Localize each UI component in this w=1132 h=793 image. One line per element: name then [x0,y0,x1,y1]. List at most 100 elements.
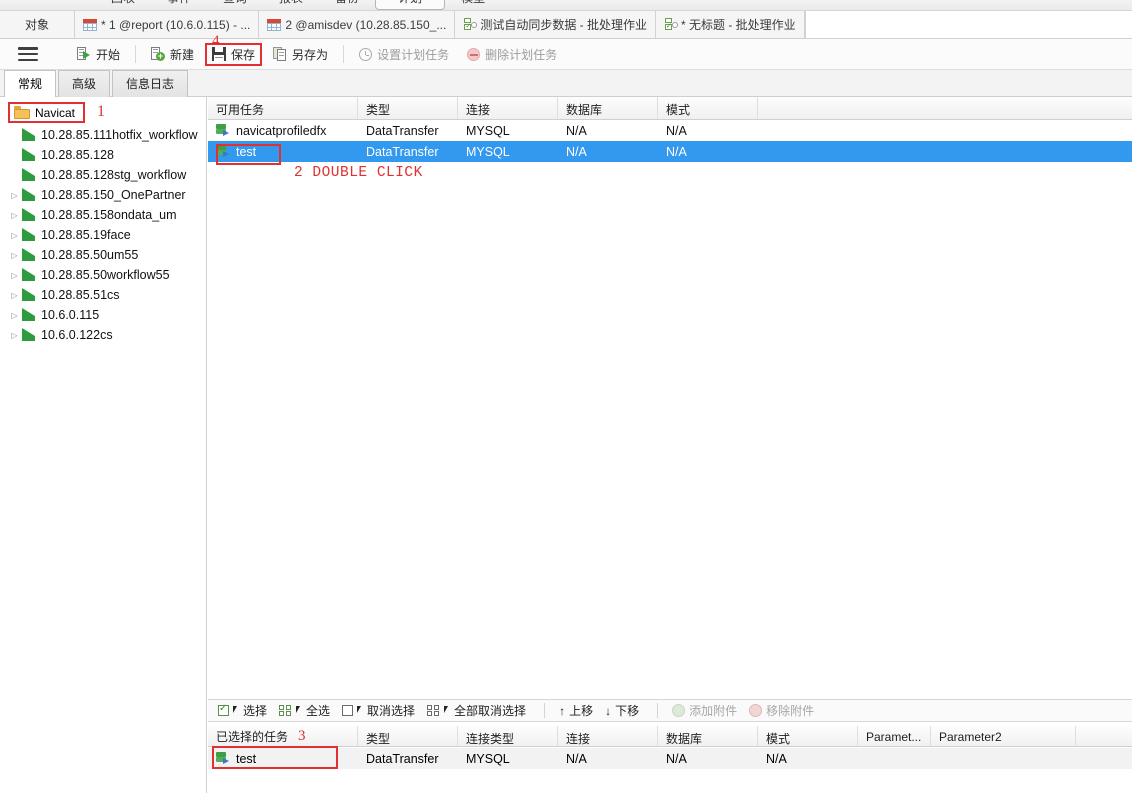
hamburger-icon[interactable] [18,47,38,61]
tree-item-3[interactable]: ▷ 10.28.85.150_OnePartner [0,185,206,205]
menu-item-1[interactable]: 事件 [151,0,207,9]
available-tasks-body: navicatprofiledfx DataTransfer MYSQL N/A N/A… [208,120,1132,162]
tree-root-navicat[interactable]: Navicat [8,102,86,123]
toolbar-button-0[interactable]: 开始 [68,43,129,66]
inner-tab-2[interactable]: 信息日志 [112,70,189,97]
task-transfer-icon [216,752,231,765]
selection-toolbar: 选择全选取消选择全部取消选择↑上移↓下移添加附件移除附件 [208,699,1132,722]
chevron-right-icon[interactable]: ▷ [8,251,21,260]
tree-item-label: 10.28.85.158ondata_um [41,208,177,222]
tree-item-1[interactable]: 10.28.85.128 [0,145,206,165]
task-name-cell: navicatprofiledfx [208,124,358,138]
tree-item-label: 10.6.0.115 [41,308,100,322]
menu-item-4[interactable]: 备份 [319,0,375,9]
table-grid-icon [83,18,97,31]
col-sel-param1[interactable]: Paramet... [858,726,931,746]
add-attachment-icon [672,704,686,717]
tree-item-5[interactable]: ▷ 10.28.85.19face [0,225,206,245]
selection-button-3[interactable]: 全部取消选择 [423,700,534,721]
selection-button-5[interactable]: ↓ 下移 [601,700,647,721]
selection-button-label: 添加附件 [689,704,738,718]
menu-item-2[interactable]: 查询 [207,0,263,9]
col-available-tasks[interactable]: 可用任务 [208,97,358,119]
menu-item-3[interactable]: 报表 [263,0,319,9]
chevron-right-icon[interactable]: ▷ [8,291,21,300]
database-connection-icon [21,288,36,302]
col-database[interactable]: 数据库 [558,97,658,119]
document-tab-label: * 1 @report (10.6.0.115) - ... [101,17,251,32]
cursor-icon [233,706,239,715]
task-schema-cell: N/A [666,123,687,138]
col-schema[interactable]: 模式 [658,97,758,119]
remove-attachment-icon [749,704,763,717]
document-tab-3[interactable]: ✓ * 无标题 - 批处理作业 [656,11,805,38]
selection-toolbar-separator [544,703,546,718]
col-selected-tasks[interactable]: 已选择的任务 3 [208,726,358,746]
menu-item-5[interactable]: 计划 [375,0,446,10]
selection-button-label: 全部取消选择 [454,704,527,718]
col-sel-connection[interactable]: 连接 [558,726,658,746]
toolbar-button-label: 设置计划任务 [377,47,450,62]
check-select-icon [218,703,229,716]
tree-item-9[interactable]: ▷ 10.6.0.115 [0,305,206,325]
select-all-icon [279,705,292,716]
menu-item-6[interactable]: 模型 [445,0,501,9]
col-sel-database[interactable]: 数据库 [658,726,758,746]
selection-button-6: 添加附件 [668,700,745,721]
task-schema-cell: N/A [666,144,687,159]
toolbar-button-3[interactable]: 另存为 [264,43,337,66]
tree-item-label: 10.28.85.51cs [41,288,120,302]
inner-tab-0[interactable]: 常规 [4,70,57,97]
selection-button-1[interactable]: 全选 [275,700,338,721]
task-name-label: navicatprofiledfx [236,123,327,138]
inner-tab-1[interactable]: 高级 [58,70,111,97]
available-task-row[interactable]: navicatprofiledfx DataTransfer MYSQL N/A N/A [208,120,1132,141]
document-tab-0[interactable]: * 1 @report (10.6.0.115) - ... [75,11,260,38]
col-sel-type[interactable]: 类型 [358,726,458,746]
table-grid-icon [267,18,282,31]
selected-tasks-row[interactable]: test DataTransfer MYSQL N/A N/A N/A [208,748,1132,769]
chevron-right-icon[interactable]: ▷ [8,311,21,320]
selection-button-4[interactable]: ↑ 上移 [555,700,601,721]
database-connection-icon [21,208,36,222]
chevron-right-icon[interactable]: ▷ [8,231,21,240]
save-as-icon [273,47,287,61]
menu-item-0[interactable]: 回收 [95,0,151,9]
tree-item-6[interactable]: ▷ 10.28.85.50um55 [0,245,206,265]
col-type[interactable]: 类型 [358,97,458,119]
selection-button-0[interactable]: 选择 [214,700,275,721]
available-task-row[interactable]: test DataTransfer MYSQL N/A N/A [208,141,1132,162]
document-tab-label: 测试自动同步数据 - 批处理作业 [480,18,647,32]
selection-button-2[interactable]: 取消选择 [338,700,423,721]
chevron-right-icon[interactable]: ▷ [8,271,21,280]
arrow-up-icon: ↑ [559,703,566,718]
task-connection-cell: MYSQL [466,123,510,138]
tree-item-8[interactable]: ▷ 10.28.85.51cs [0,285,206,305]
chevron-right-icon[interactable]: ▷ [8,211,21,220]
tree-item-10[interactable]: ▷ 10.6.0.122cs [0,325,206,345]
tree-item-0[interactable]: 10.28.85.111hotfix_workflow [0,125,206,145]
navicat-batch-job-window: 回收事件查询报表备份计划模型 对象 * 1 @report (10.6.0.11… [0,0,1132,793]
chevron-right-icon[interactable]: ▷ [8,191,21,200]
task-type-cell: DataTransfer [366,123,439,138]
selection-button-label: 取消选择 [367,704,416,718]
document-tab-2[interactable]: ✓ 测试自动同步数据 - 批处理作业 [455,11,656,38]
document-tab-1[interactable]: 2 @amisdev (10.28.85.150_... [259,11,456,38]
sel-cell-database: N/A [666,751,687,766]
chevron-right-icon[interactable]: ▷ [8,331,21,340]
toolbar-button-1[interactable]: + 新建 [142,43,203,66]
toolbar-button-label: 删除计划任务 [485,47,558,62]
cursor-icon [296,706,302,715]
col-sel-conn-type[interactable]: 连接类型 [458,726,558,746]
tree-item-4[interactable]: ▷ 10.28.85.158ondata_um [0,205,206,225]
task-transfer-icon [216,124,231,137]
tree-item-2[interactable]: 10.28.85.128stg_workflow [0,165,206,185]
tree-item-7[interactable]: ▷ 10.28.85.50workflow55 [0,265,206,285]
col-sel-schema[interactable]: 模式 [758,726,858,746]
start-icon [77,47,91,61]
col-sel-param2[interactable]: Parameter2 [931,726,1076,746]
database-connection-icon [21,168,36,182]
database-connection-icon [21,228,36,242]
col-connection[interactable]: 连接 [458,97,558,119]
task-connection-cell: MYSQL [466,144,510,159]
